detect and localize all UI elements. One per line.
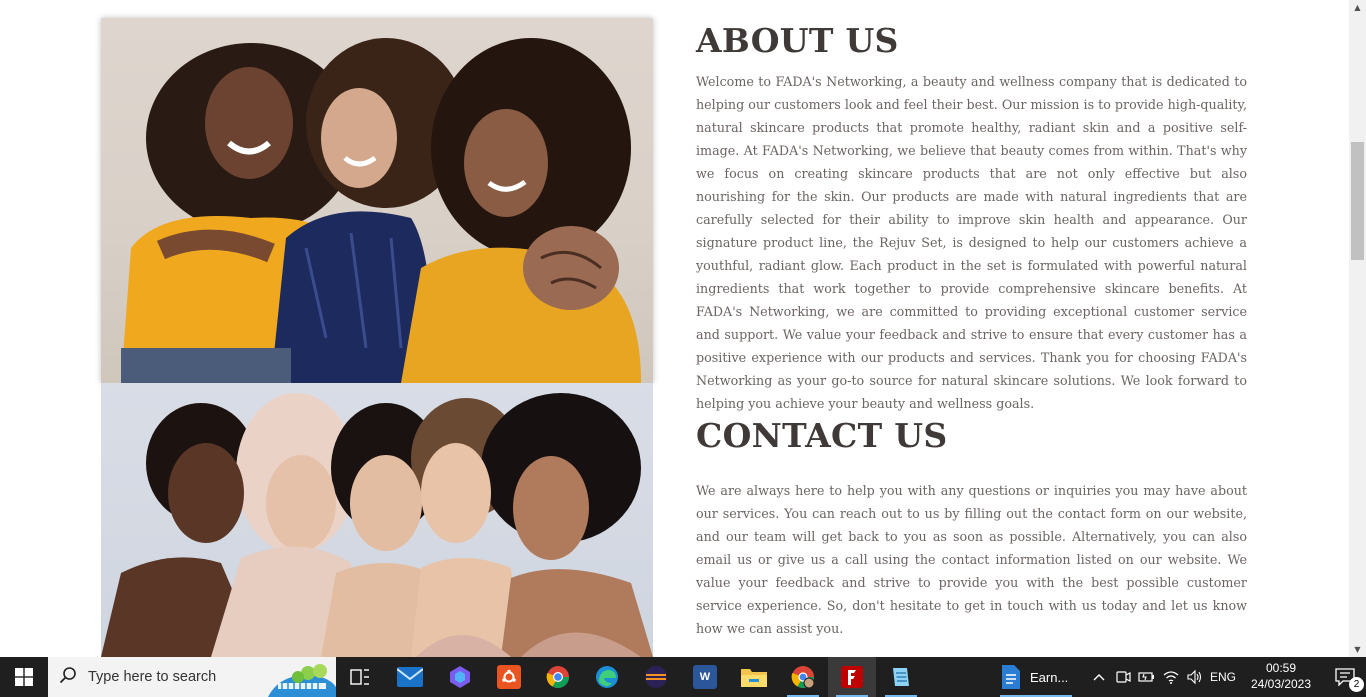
task-view-button[interactable]: [336, 657, 384, 697]
chrome-app[interactable]: [534, 657, 582, 697]
vertical-scrollbar[interactable]: ▲ ▼: [1349, 0, 1366, 657]
search-placeholder: Type here to search: [88, 669, 217, 685]
contact-us-paragraph: We are always here to help you with any …: [696, 483, 1247, 636]
ubuntu-icon: [497, 665, 521, 689]
show-hidden-icons-button[interactable]: [1088, 657, 1110, 697]
volume-tray[interactable]: [1184, 657, 1206, 697]
contact-us-heading: CONTACT US: [696, 416, 948, 455]
copilot-icon: [450, 666, 470, 688]
mail-app[interactable]: [386, 657, 434, 697]
eclipse-app[interactable]: [632, 657, 680, 697]
start-button[interactable]: [0, 657, 48, 697]
about-us-paragraph: Welcome to FADA's Networking, a beauty a…: [696, 74, 1247, 411]
mail-icon: [397, 667, 423, 687]
group-photo-five-women: [101, 383, 653, 657]
earn-document-app[interactable]: Earn...: [992, 657, 1080, 697]
battery-tray[interactable]: [1136, 657, 1158, 697]
windows-start-icon: [15, 668, 33, 686]
edge-app[interactable]: [583, 657, 631, 697]
clock-date: 24/03/2023: [1250, 677, 1312, 691]
task-view-icon: [350, 669, 369, 685]
wifi-icon: [1163, 671, 1179, 684]
notepad-app[interactable]: [877, 657, 925, 697]
filezilla-icon: [841, 666, 863, 688]
file-explorer-icon: [741, 669, 767, 687]
scroll-down-arrow-icon[interactable]: ▼: [1349, 642, 1366, 657]
language-indicator: ENG: [1209, 670, 1236, 684]
file-explorer-app[interactable]: [730, 657, 778, 697]
battery-icon: [1138, 672, 1154, 682]
search-icon: [48, 666, 88, 689]
word-icon: W: [693, 665, 717, 689]
search-highlight-illustration: [268, 664, 336, 697]
chrome-profile-icon: [791, 666, 815, 689]
input-language-tray[interactable]: ENG: [1208, 657, 1238, 697]
taskbar-search-box[interactable]: Type here to search: [48, 657, 336, 697]
chevron-up-icon: [1093, 674, 1105, 681]
ubuntu-app[interactable]: [485, 657, 533, 697]
word-app[interactable]: W: [681, 657, 729, 697]
notepad-icon: [893, 668, 909, 686]
taskbar: Type here to search W Earn... ENG 00:59 …: [0, 657, 1366, 697]
notification-count-badge: 2: [1349, 677, 1364, 692]
chrome-profile-app[interactable]: [779, 657, 827, 697]
scroll-up-arrow-icon[interactable]: ▲: [1349, 0, 1366, 15]
chrome-icon: [546, 666, 569, 688]
eclipse-icon: [645, 666, 667, 688]
about-us-heading: ABOUT US: [696, 21, 899, 60]
meet-now-tray[interactable]: [1112, 657, 1134, 697]
web-page: ABOUT US Welcome to FADA's Networking, a…: [0, 0, 1349, 657]
word-document-icon: [1002, 665, 1020, 689]
network-tray[interactable]: [1160, 657, 1182, 697]
people-icon: [1116, 671, 1131, 683]
action-center-button[interactable]: 2: [1324, 657, 1366, 697]
scrollbar-thumb[interactable]: [1351, 142, 1364, 260]
speaker-icon: [1187, 669, 1202, 685]
group-photo-three-women: [101, 18, 653, 383]
edge-icon: [596, 666, 618, 688]
filezilla-app[interactable]: [828, 657, 876, 697]
clock-time: 00:59: [1265, 661, 1297, 675]
system-clock[interactable]: 00:59 24/03/2023: [1238, 657, 1324, 697]
running-app-label: Earn...: [1030, 669, 1069, 685]
copilot-app[interactable]: [436, 657, 484, 697]
